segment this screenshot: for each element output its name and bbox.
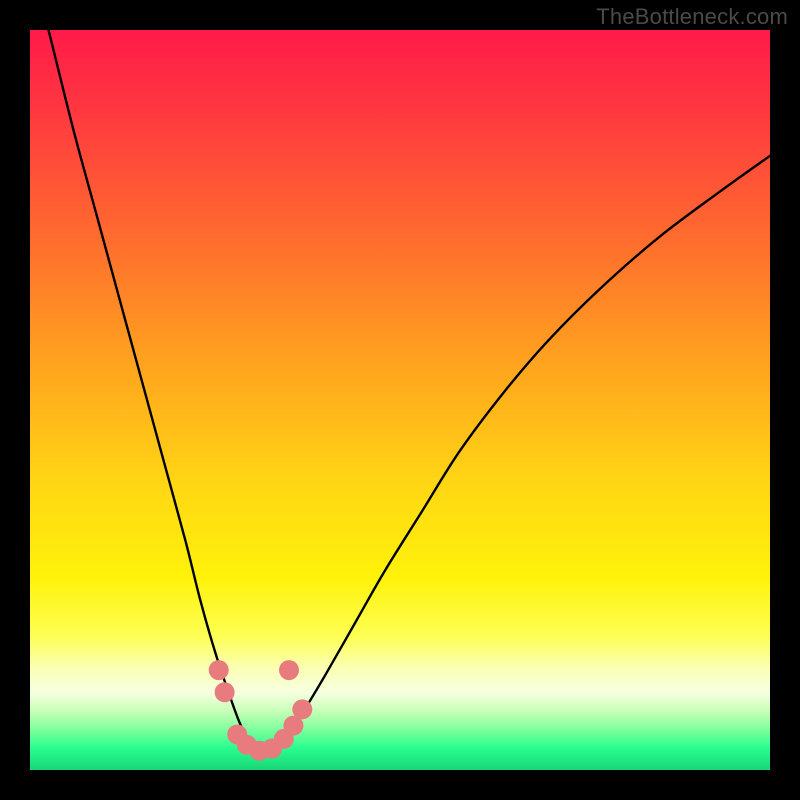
- curve-layer: [30, 30, 770, 770]
- data-marker: [292, 699, 312, 719]
- data-marker: [279, 660, 299, 680]
- data-marker: [215, 682, 235, 702]
- bottleneck-curve: [30, 30, 770, 752]
- plot-area: [30, 30, 770, 770]
- watermark-text: TheBottleneck.com: [596, 4, 788, 30]
- data-marker: [209, 660, 229, 680]
- chart-frame: TheBottleneck.com: [0, 0, 800, 800]
